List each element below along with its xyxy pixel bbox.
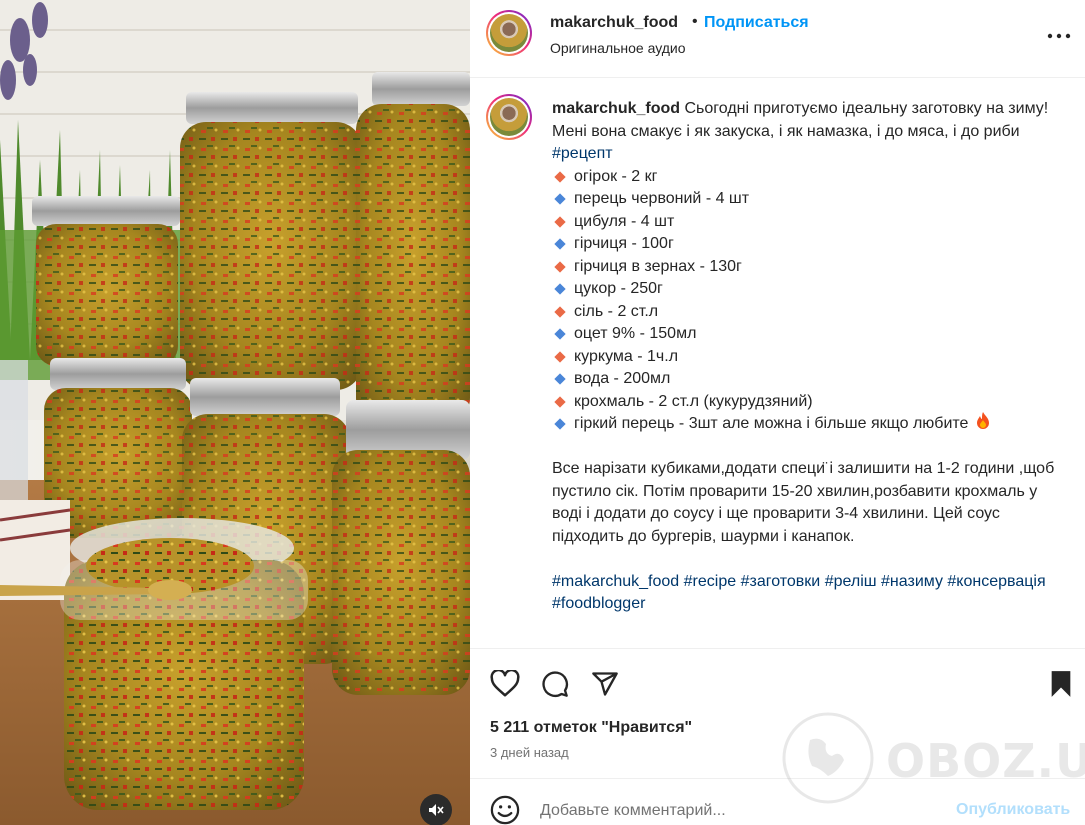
- publish-button[interactable]: Опубликовать: [956, 801, 1070, 819]
- comment-button[interactable]: [538, 667, 572, 701]
- ingredient-item: цукор - 250г: [552, 278, 1062, 301]
- globe-logo-icon: [782, 712, 874, 804]
- ingredient-item: гірчиця - 100г: [552, 233, 1062, 256]
- post-date[interactable]: 3 дней назад: [490, 745, 569, 760]
- diamond-bullet-icon: [554, 306, 566, 318]
- hashtag-recipe[interactable]: #рецепт: [552, 145, 613, 162]
- diamond-bullet-icon: [554, 283, 566, 295]
- post-media[interactable]: [0, 0, 470, 825]
- share-icon: [592, 672, 618, 696]
- hashtag-link[interactable]: #реліш: [825, 573, 877, 590]
- ingredient-text: гірчиця в зернах - 130г: [574, 257, 742, 275]
- ingredient-item: огірок - 2 кг: [552, 166, 1062, 189]
- caption-intro: makarchuk_food Сьогодні приготуємо ідеал…: [552, 98, 1062, 143]
- hashtag-link[interactable]: #заготовки: [741, 573, 821, 590]
- author-username[interactable]: makarchuk_food: [550, 14, 678, 32]
- like-button[interactable]: [488, 667, 522, 701]
- fire-emoji-icon: [976, 412, 990, 437]
- diamond-bullet-icon: [554, 328, 566, 340]
- ingredient-item: гіркий перець - 3шт але можна і більше я…: [552, 412, 1062, 437]
- ingredient-item: сіль - 2 ст.л: [552, 301, 1062, 324]
- ingredient-item: перець червоний - 4 шт: [552, 188, 1062, 211]
- ingredient-item: куркума - 1ч.л: [552, 346, 1062, 369]
- hashtag-link[interactable]: #foodblogger: [552, 595, 645, 612]
- follow-button[interactable]: Подписаться: [704, 14, 809, 32]
- hashtag-link[interactable]: #назиму: [881, 573, 943, 590]
- original-audio-link[interactable]: Оригинальное аудио: [550, 40, 686, 56]
- ingredient-item: цибуля - 4 шт: [552, 211, 1062, 234]
- mute-button[interactable]: [420, 794, 452, 825]
- post-side-panel: makarchuk_food • Подписаться Оригинально…: [470, 0, 1085, 825]
- ingredient-text: крохмаль - 2 ст.л (кукурудзяний): [574, 392, 813, 410]
- emoji-icon[interactable]: [490, 795, 520, 825]
- diamond-bullet-icon: [554, 238, 566, 250]
- ingredient-item: оцет 9% - 150мл: [552, 323, 1062, 346]
- hashtag-link[interactable]: #makarchuk_food: [552, 573, 679, 590]
- ingredient-text: гірчиця - 100г: [574, 235, 674, 252]
- ingredient-text: вода - 200мл: [574, 370, 671, 387]
- ingredient-text: сіль - 2 ст.л: [574, 302, 659, 320]
- watermark-text: OBOZ.UA: [886, 734, 1085, 788]
- post-caption: makarchuk_food Сьогодні приготуємо ідеал…: [470, 78, 1085, 648]
- hashtag-list: #makarchuk_food #recipe #заготовки #релі…: [552, 571, 1062, 616]
- ingredient-text: огірок - 2 кг: [574, 167, 658, 185]
- diamond-bullet-icon: [554, 193, 566, 205]
- ingredient-text: цукор - 250г: [574, 280, 663, 297]
- diamond-bullet-icon: [554, 418, 566, 430]
- diamond-bullet-icon: [554, 396, 566, 408]
- post-header: makarchuk_food • Подписаться Оригинально…: [470, 0, 1085, 78]
- ingredient-text: гіркий перець - 3шт але можна і більше я…: [574, 415, 969, 432]
- share-button[interactable]: [588, 667, 622, 701]
- diamond-bullet-icon: [554, 261, 566, 273]
- ingredient-item: вода - 200мл: [552, 368, 1062, 391]
- heart-icon: [490, 670, 520, 697]
- caption-author-avatar[interactable]: [486, 94, 532, 140]
- ingredient-text: оцет 9% - 150мл: [574, 325, 697, 342]
- ingredient-item: крохмаль - 2 ст.л (кукурудзяний): [552, 391, 1062, 414]
- ingredient-text: перець червоний - 4 шт: [574, 190, 750, 207]
- header-separator: •: [692, 13, 698, 30]
- diamond-bullet-icon: [554, 373, 566, 385]
- jars-photo: [0, 0, 470, 825]
- ingredient-list: огірок - 2 кг перець червоний - 4 шт цибул…: [552, 166, 1062, 436]
- hashtag-link[interactable]: #консервація: [947, 573, 1045, 590]
- ingredient-item: гірчиця в зернах - 130г: [552, 256, 1062, 279]
- diamond-bullet-icon: [554, 216, 566, 228]
- more-horizontal-icon[interactable]: [1044, 24, 1074, 48]
- likes-count[interactable]: 5 211 отметок "Нравится": [490, 719, 692, 737]
- watermark: OBOZ.UA: [780, 712, 1085, 804]
- ingredient-text: цибуля - 4 шт: [574, 212, 675, 230]
- caption-text: makarchuk_food Сьогодні приготуємо ідеал…: [552, 98, 1062, 616]
- diamond-bullet-icon: [554, 351, 566, 363]
- caption-instructions: Все нарізати кубиками,додати специ͏̈ і з…: [552, 460, 1055, 545]
- ingredient-text: куркума - 1ч.л: [574, 347, 679, 365]
- speaker-muted-icon: [429, 804, 444, 816]
- bookmark-icon: [1051, 671, 1071, 697]
- save-button[interactable]: [1044, 667, 1078, 701]
- diamond-bullet-icon: [554, 171, 566, 183]
- comment-icon: [542, 671, 568, 697]
- caption-username[interactable]: makarchuk_food: [552, 100, 680, 117]
- author-avatar[interactable]: [486, 10, 532, 56]
- hashtag-link[interactable]: #recipe: [684, 573, 736, 590]
